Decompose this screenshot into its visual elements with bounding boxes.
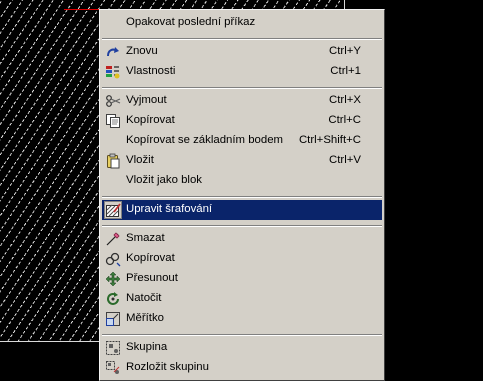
menu-item-label: Vložit jako blok <box>126 174 202 186</box>
menu-item-label: Natočit <box>126 292 162 304</box>
menu-separator <box>102 225 382 227</box>
red-axis-line <box>64 9 100 10</box>
menu-item-label: Znovu <box>126 45 158 57</box>
rotate-icon <box>105 291 121 307</box>
move-icon <box>105 271 121 287</box>
menu-item-copy[interactable]: Kopírovat Ctrl+C <box>102 111 382 131</box>
menu-item-shortcut: Ctrl+C <box>328 114 361 126</box>
menu-item-repeat-last-command[interactable]: Opakovat poslední příkaz <box>102 13 382 33</box>
menu-item-label: Upravit šrafování <box>126 203 213 215</box>
menu-item-scale[interactable]: Měřítko <box>102 309 382 329</box>
menu-item-label: Kopírovat <box>126 114 175 126</box>
menu-item-ungroup[interactable]: Rozložit skupinu <box>102 358 382 378</box>
menu-separator <box>102 87 382 89</box>
copy-object-icon <box>105 251 121 267</box>
scissors-icon <box>105 93 121 109</box>
menu-item-cut[interactable]: Vyjmout Ctrl+X <box>102 91 382 111</box>
menu-item-group[interactable]: Skupina <box>102 338 382 358</box>
paste-icon <box>105 153 121 169</box>
menu-item-label: Kopírovat se základním bodem <box>126 134 284 146</box>
scale-icon <box>105 311 121 327</box>
menu-item-redo[interactable]: Znovu Ctrl+Y <box>102 42 382 62</box>
menu-item-label: Rozložit skupinu <box>126 361 209 373</box>
menu-item-shortcut: Ctrl+Shift+C <box>298 134 361 146</box>
menu-separator <box>102 334 382 336</box>
hatch-edit-icon <box>104 201 122 219</box>
menu-separator <box>102 38 382 40</box>
menu-item-edit-hatch[interactable]: Upravit šrafování <box>102 200 382 220</box>
menu-item-label: Kopírovat <box>126 252 175 264</box>
menu-item-label: Vyjmout <box>126 94 167 106</box>
menu-item-label: Vlastnosti <box>126 65 176 77</box>
menu-item-paste-as-block[interactable]: Vložit jako blok <box>102 171 382 191</box>
menu-item-properties[interactable]: Vlastnosti Ctrl+1 <box>102 62 382 82</box>
menu-item-label: Vložit <box>126 154 154 166</box>
menu-item-shortcut: Ctrl+1 <box>330 65 361 77</box>
menu-item-shortcut: Ctrl+X <box>329 94 361 106</box>
menu-separator <box>102 196 382 198</box>
redo-icon <box>105 44 121 60</box>
menu-item-copy-with-base-point[interactable]: Kopírovat se základním bodem Ctrl+Shift+… <box>102 131 382 151</box>
menu-item-move[interactable]: Přesunout <box>102 269 382 289</box>
menu-item-label: Skupina <box>126 341 168 353</box>
properties-icon <box>105 64 121 80</box>
menu-item-paste[interactable]: Vložit Ctrl+V <box>102 151 382 171</box>
menu-item-shortcut: Ctrl+V <box>329 154 361 166</box>
group-icon <box>105 340 121 356</box>
menu-item-erase[interactable]: Smazat <box>102 229 382 249</box>
menu-item-label: Měřítko <box>126 312 164 324</box>
menu-item-copy-object[interactable]: Kopírovat <box>102 249 382 269</box>
erase-icon <box>105 231 121 247</box>
menu-item-shortcut: Ctrl+Y <box>329 45 361 57</box>
menu-item-label: Smazat <box>126 232 165 244</box>
copy-icon <box>105 113 121 129</box>
menu-item-label: Opakovat poslední příkaz <box>126 16 256 28</box>
menu-item-label: Přesunout <box>126 272 178 284</box>
menu-item-rotate[interactable]: Natočit <box>102 289 382 309</box>
context-menu: Opakovat poslední příkaz Znovu Ctrl+Y Vl… <box>99 9 385 381</box>
